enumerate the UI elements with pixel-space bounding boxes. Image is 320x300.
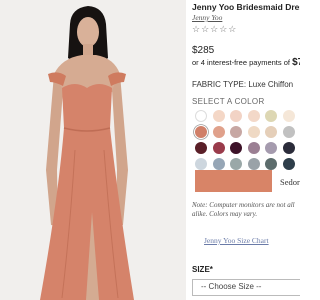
selected-color-preview: [195, 170, 272, 192]
color-swatch[interactable]: [212, 158, 225, 170]
color-disclaimer-note: Note: Computer monitors are not all alik…: [192, 201, 295, 218]
product-price: $285: [192, 45, 215, 56]
color-swatch[interactable]: [195, 142, 207, 154]
color-swatch[interactable]: [212, 110, 225, 122]
color-swatch[interactable]: [265, 110, 277, 122]
installments-prefix: or 4 interest-free payments of: [192, 58, 290, 67]
color-swatch[interactable]: [195, 110, 207, 122]
product-photo[interactable]: [0, 0, 186, 300]
color-swatch[interactable]: [230, 158, 242, 170]
product-title: Jenny Yoo Bridesmaid Dress: [192, 2, 300, 12]
fabric-type: FABRIC TYPE: Luxe Chiffon: [192, 80, 294, 89]
rating-stars[interactable]: ☆☆☆☆☆: [192, 24, 237, 35]
color-swatch[interactable]: [247, 126, 260, 138]
color-swatch[interactable]: [247, 158, 260, 170]
selected-color-name: Sedor: [280, 177, 300, 187]
installments-amount: $7: [292, 57, 300, 68]
color-swatch[interactable]: [230, 126, 242, 138]
color-swatch[interactable]: [230, 110, 242, 122]
color-swatch[interactable]: [282, 158, 295, 170]
installments-text: or 4 interest-free payments of $7: [192, 57, 300, 68]
brand-link[interactable]: Jenny Yoo: [192, 13, 222, 22]
color-swatch[interactable]: [265, 158, 277, 170]
model-in-dress-image: [0, 0, 186, 300]
color-swatch[interactable]: [247, 142, 260, 154]
color-swatch[interactable]: [230, 142, 242, 154]
size-label: SIZE*: [192, 265, 213, 274]
size-select[interactable]: -- Choose Size --: [192, 279, 300, 296]
product-details-panel: Jenny Yoo Bridesmaid Dress Jenny Yoo ☆☆☆…: [191, 0, 300, 300]
color-swatch[interactable]: [247, 110, 260, 122]
color-swatch[interactable]: [212, 142, 225, 154]
color-swatch[interactable]: [282, 142, 295, 154]
color-swatch[interactable]: [195, 158, 207, 170]
color-swatch[interactable]: [282, 110, 295, 122]
color-swatch[interactable]: [265, 142, 277, 154]
color-swatch[interactable]: [282, 126, 295, 138]
color-swatch[interactable]: [265, 126, 277, 138]
color-swatch[interactable]: [195, 126, 207, 138]
size-chart-link[interactable]: Jenny Yoo Size Chart: [204, 236, 269, 245]
color-swatch[interactable]: [212, 126, 225, 138]
select-color-label: SELECT A COLOR: [192, 97, 265, 106]
